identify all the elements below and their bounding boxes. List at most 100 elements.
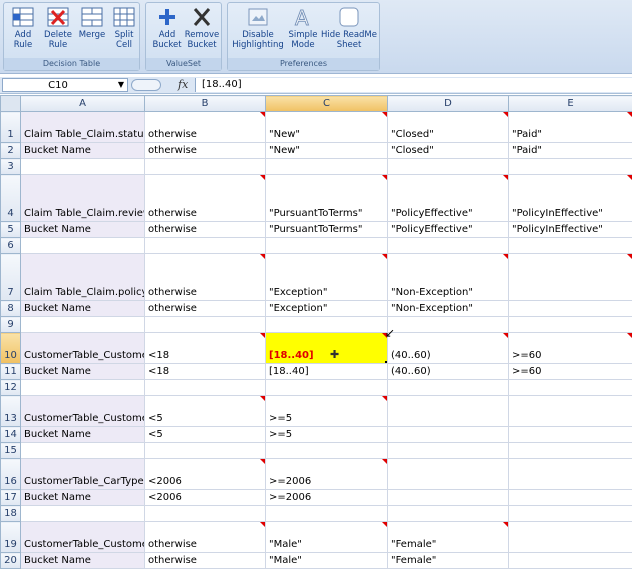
- add-rule-button[interactable]: Add Rule: [8, 6, 38, 50]
- row-header[interactable]: 19: [0, 521, 21, 553]
- row-header[interactable]: 17: [0, 489, 21, 506]
- dropdown-arrow-icon[interactable]: ▼: [118, 80, 124, 89]
- cell-a11[interactable]: Bucket Name: [20, 363, 145, 380]
- cell-b16[interactable]: <2006: [144, 458, 266, 490]
- cell-a1[interactable]: Claim Table_Claim.status: [20, 111, 145, 143]
- cell-e19[interactable]: [508, 521, 632, 553]
- cell-b10[interactable]: <18: [144, 332, 266, 364]
- cell-a6[interactable]: [20, 237, 145, 254]
- cell-d8[interactable]: "Non-Exception": [387, 300, 509, 317]
- add-bucket-button[interactable]: Add Bucket: [150, 6, 184, 50]
- cell-e16[interactable]: [508, 458, 632, 490]
- cell-b11[interactable]: <18: [144, 363, 266, 380]
- column-header-e[interactable]: E: [508, 95, 632, 112]
- cell-a12[interactable]: [20, 379, 145, 396]
- cell-b15[interactable]: [144, 442, 266, 459]
- row-header[interactable]: 6: [0, 237, 21, 254]
- cell-d15[interactable]: [387, 442, 509, 459]
- cell-b7[interactable]: otherwise: [144, 253, 266, 301]
- cell-b13[interactable]: <5: [144, 395, 266, 427]
- column-header-d[interactable]: D: [387, 95, 509, 112]
- cell-c1[interactable]: "New": [265, 111, 388, 143]
- cell-a18[interactable]: [20, 505, 145, 522]
- name-box[interactable]: C10 ▼: [2, 78, 128, 92]
- fx-icon[interactable]: fx: [178, 78, 188, 91]
- selected-cell-c10[interactable]: [18..40] ✚: [265, 332, 388, 364]
- cell-b8[interactable]: otherwise: [144, 300, 266, 317]
- row-header[interactable]: 4: [0, 174, 21, 222]
- cell-c6[interactable]: [265, 237, 388, 254]
- cell-d3[interactable]: [387, 158, 509, 175]
- formula-bar-handle[interactable]: [131, 79, 161, 91]
- cell-a7[interactable]: Claim Table_Claim.policy.terms.generalTe…: [20, 253, 145, 301]
- row-header[interactable]: 8: [0, 300, 21, 317]
- cell-c19[interactable]: "Male": [265, 521, 388, 553]
- cell-c8[interactable]: "Exception": [265, 300, 388, 317]
- row-header[interactable]: 11: [0, 363, 21, 380]
- cell-a4[interactable]: Claim Table_Claim.reviewDetails: [20, 174, 145, 222]
- cell-e5[interactable]: "PolicyInEffective": [508, 221, 632, 238]
- select-all-corner[interactable]: [0, 95, 21, 112]
- cell-b1[interactable]: otherwise: [144, 111, 266, 143]
- cell-a14[interactable]: Bucket Name: [20, 426, 145, 443]
- cell-d12[interactable]: [387, 379, 509, 396]
- merge-button[interactable]: Merge: [77, 6, 107, 40]
- cell-d7[interactable]: "Non-Exception": [387, 253, 509, 301]
- cell-b4[interactable]: otherwise: [144, 174, 266, 222]
- row-header[interactable]: 18: [0, 505, 21, 522]
- simple-mode-button[interactable]: A Simple Mode: [286, 6, 320, 50]
- cell-c7[interactable]: "Exception": [265, 253, 388, 301]
- cell-c12[interactable]: [265, 379, 388, 396]
- cell-d1[interactable]: "Closed": [387, 111, 509, 143]
- cell-c18[interactable]: [265, 505, 388, 522]
- cell-c4[interactable]: "PursuantToTerms": [265, 174, 388, 222]
- row-header[interactable]: 10: [0, 332, 21, 364]
- cell-c2[interactable]: "New": [265, 142, 388, 159]
- cell-b2[interactable]: otherwise: [144, 142, 266, 159]
- row-header[interactable]: 13: [0, 395, 21, 427]
- cell-d17[interactable]: [387, 489, 509, 506]
- cell-d13[interactable]: [387, 395, 509, 427]
- cell-d14[interactable]: [387, 426, 509, 443]
- row-header[interactable]: 1: [0, 111, 21, 143]
- cell-b3[interactable]: [144, 158, 266, 175]
- row-header[interactable]: 3: [0, 158, 21, 175]
- cell-d20[interactable]: "Female": [387, 552, 509, 569]
- row-header[interactable]: 12: [0, 379, 21, 396]
- cell-d6[interactable]: [387, 237, 509, 254]
- cell-c20[interactable]: "Male": [265, 552, 388, 569]
- cell-d19[interactable]: "Female": [387, 521, 509, 553]
- cell-a10[interactable]: CustomerTable_Customer.age: [20, 332, 145, 364]
- cell-e14[interactable]: [508, 426, 632, 443]
- cell-e12[interactable]: [508, 379, 632, 396]
- cell-c14[interactable]: >=5: [265, 426, 388, 443]
- row-header[interactable]: 14: [0, 426, 21, 443]
- cell-a9[interactable]: [20, 316, 145, 333]
- cell-c15[interactable]: [265, 442, 388, 459]
- row-header[interactable]: 20: [0, 552, 21, 569]
- cell-e8[interactable]: [508, 300, 632, 317]
- cell-e7[interactable]: [508, 253, 632, 301]
- cell-d16[interactable]: [387, 458, 509, 490]
- cell-c17[interactable]: >=2006: [265, 489, 388, 506]
- cell-b20[interactable]: otherwise: [144, 552, 266, 569]
- cell-d10[interactable]: (40..60): [387, 332, 509, 364]
- cell-d11[interactable]: (40..60): [387, 363, 509, 380]
- row-header[interactable]: 9: [0, 316, 21, 333]
- cell-a5[interactable]: Bucket Name: [20, 221, 145, 238]
- cell-e1[interactable]: "Paid": [508, 111, 632, 143]
- cell-a2[interactable]: Bucket Name: [20, 142, 145, 159]
- formula-input[interactable]: [18..40]: [195, 78, 632, 92]
- cell-b12[interactable]: [144, 379, 266, 396]
- delete-rule-button[interactable]: Delete Rule: [42, 6, 74, 50]
- cell-e6[interactable]: [508, 237, 632, 254]
- cell-b17[interactable]: <2006: [144, 489, 266, 506]
- cell-b9[interactable]: [144, 316, 266, 333]
- hide-readme-sheet-button[interactable]: Hide ReadMe Sheet: [320, 6, 378, 50]
- column-header-a[interactable]: A: [20, 95, 145, 112]
- cell-a16[interactable]: CustomerTable_CarType.year: [20, 458, 145, 490]
- cell-b19[interactable]: otherwise: [144, 521, 266, 553]
- cell-d4[interactable]: "PolicyEffective": [387, 174, 509, 222]
- row-header[interactable]: 15: [0, 442, 21, 459]
- cell-c13[interactable]: >=5: [265, 395, 388, 427]
